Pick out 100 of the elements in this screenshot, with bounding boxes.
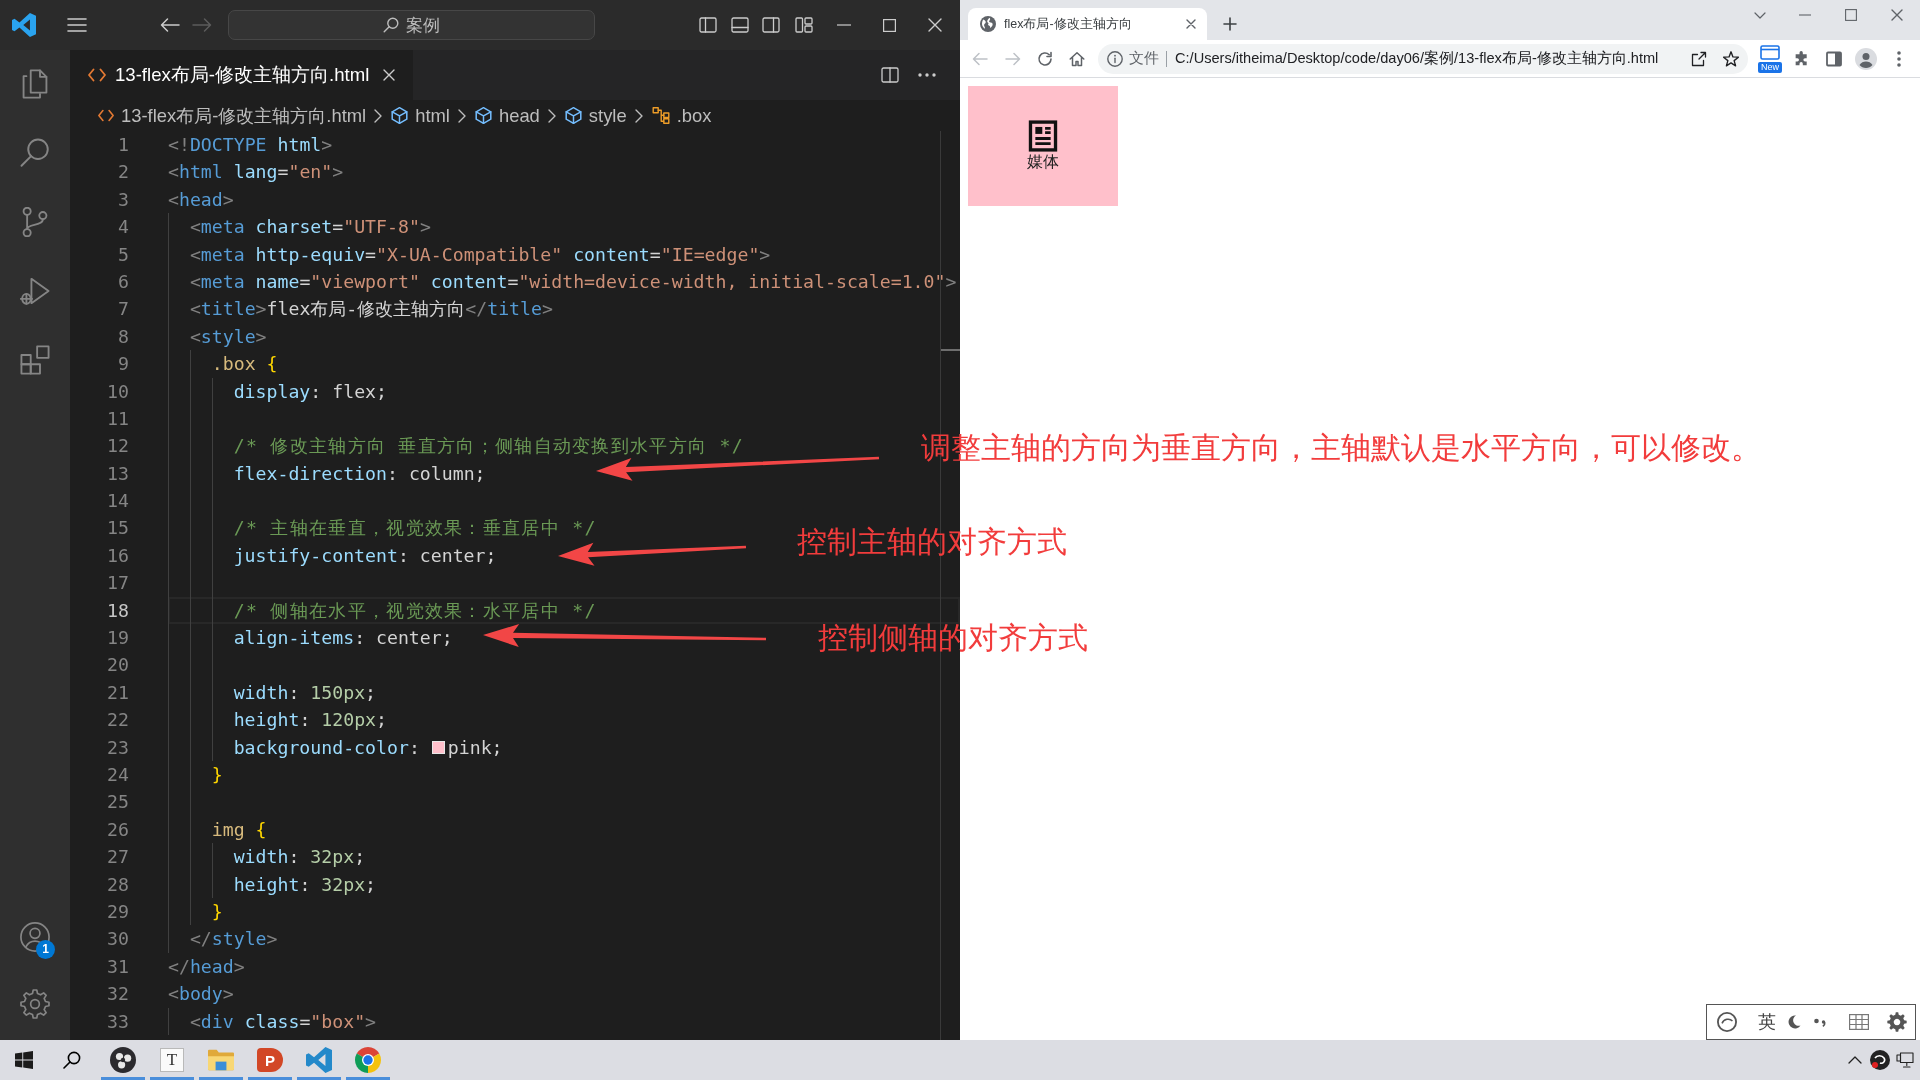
line-number: 6 (117, 269, 129, 294)
star-icon[interactable] (1723, 50, 1739, 67)
line-number: 4 (117, 215, 129, 240)
code-brackets-icon (98, 109, 114, 122)
ruler-marker (941, 349, 960, 351)
close-icon[interactable] (1186, 19, 1196, 29)
monitor-icon[interactable] (1896, 1052, 1914, 1068)
code-line: </head> (168, 954, 245, 979)
code-line: <title>flex布局-修改主轴方向</title> (189, 297, 553, 322)
puzzle-icon[interactable] (1794, 50, 1810, 67)
taskbar-app-button[interactable]: T (150, 1040, 194, 1080)
four-panes-icon[interactable] (15, 1051, 33, 1069)
line-number: 31 (106, 954, 129, 979)
breadcrumb-item[interactable]: head (474, 104, 540, 127)
code-line: pink; (447, 735, 503, 760)
line-number: 28 (106, 872, 129, 897)
code-line: <meta name="viewport" content="width=device-width, initial-scale=1.0"> (189, 269, 957, 294)
menu-icon[interactable] (67, 17, 87, 33)
breadcrumb-item[interactable]: 13-flex布局-修改主轴方向.html (98, 103, 367, 128)
chevron-up-icon[interactable] (1848, 1056, 1862, 1064)
panel-bottom-icon[interactable] (731, 17, 749, 33)
branch-icon[interactable] (20, 207, 50, 237)
input-mode-button[interactable]: 英 (1758, 1010, 1776, 1034)
circle-logo-icon (110, 1047, 136, 1073)
line-number: 32 (106, 982, 129, 1007)
files-icon[interactable] (20, 69, 50, 99)
editor-tab[interactable]: 13-flex布局-修改主轴方向.html (70, 50, 414, 100)
play-bug-icon[interactable] (20, 276, 50, 306)
new-badge: New (1758, 61, 1782, 73)
share-icon[interactable] (1691, 50, 1707, 67)
breadcrumb-item[interactable]: html (391, 104, 450, 127)
address-bar[interactable]: 文件 C:/Users/itheima/Desktop/code/day06/案例/13-flex布局-修改主轴方向.html (1098, 43, 1748, 74)
search-icon[interactable] (63, 1051, 81, 1069)
globe-icon (980, 16, 996, 32)
window-icon[interactable] (1760, 44, 1780, 60)
arrow-left-icon[interactable] (160, 17, 180, 33)
line-number: 20 (106, 653, 129, 678)
site-info-button[interactable]: 文件 (1107, 49, 1159, 68)
code-brackets-icon (88, 68, 106, 82)
line-number: 7 (117, 297, 129, 322)
line-number: 30 (106, 927, 129, 952)
cube-icon (474, 107, 492, 124)
settings-icon[interactable] (20, 989, 50, 1019)
ribbon-logo-icon (12, 13, 36, 37)
browser-tab[interactable]: flex布局-修改主轴方向 (968, 8, 1207, 40)
line-number: 19 (106, 626, 129, 651)
blocks-icon[interactable] (20, 345, 50, 375)
moon-icon[interactable] (1787, 1015, 1801, 1029)
breadcrumb-item[interactable]: style (564, 104, 627, 127)
circle-app-icon[interactable] (1870, 1050, 1890, 1070)
swirl-logo-icon[interactable] (1717, 1012, 1737, 1032)
home-icon[interactable] (1069, 50, 1085, 67)
code-line: <div class="box"> (189, 1009, 377, 1034)
person-circle-icon[interactable] (20, 922, 50, 952)
ellipsis-icon[interactable] (918, 73, 936, 77)
code-line: flex-direction: column; (233, 461, 486, 486)
code-line: display: flex; (233, 379, 387, 404)
profile-avatar-icon[interactable] (1855, 47, 1877, 70)
code-line: /* 主轴在垂直，视觉效果：垂直居中 */ (233, 516, 597, 541)
box-label: 媒体 (1027, 152, 1059, 172)
close-icon[interactable] (1891, 9, 1903, 21)
code-line: /* 侧轴在水平，视觉效果：水平居中 */ (233, 598, 597, 623)
structure-icon (651, 107, 670, 124)
chevron-down-icon[interactable] (1754, 11, 1766, 19)
breadcrumb-item[interactable]: .box (651, 104, 712, 127)
code-line: /* 修改主轴方向 垂直方向；侧轴自动变换到水平方向 */ (233, 434, 745, 459)
line-number: 8 (117, 324, 129, 349)
line-number: 24 (106, 763, 129, 787)
chevron-right-icon (374, 108, 383, 123)
cube-icon (391, 107, 409, 124)
chevron-right-icon (547, 108, 556, 123)
line-number: 18 (106, 598, 129, 623)
chevron-right-icon (457, 108, 466, 123)
command-center[interactable]: 案例 (228, 10, 595, 40)
line-number: 33 (106, 1009, 129, 1034)
info-icon (1107, 50, 1123, 67)
line-number: 26 (106, 817, 129, 842)
search-icon (383, 17, 399, 33)
grid-icon[interactable] (1849, 1014, 1869, 1030)
code-line: width: 150px; (233, 680, 377, 705)
code-line: </style> (189, 927, 278, 952)
maximize-icon[interactable] (1845, 9, 1857, 21)
code-line: <head> (168, 187, 234, 212)
sidebar-right-icon[interactable] (762, 17, 780, 33)
code-line: <meta charset="UTF-8"> (189, 215, 431, 240)
menu-dots-icon[interactable] (1897, 50, 1901, 67)
plus-icon[interactable] (1223, 17, 1237, 31)
reload-icon[interactable] (1037, 50, 1053, 67)
settings-icon[interactable] (1887, 1012, 1907, 1032)
line-number: 2 (117, 160, 129, 185)
notification-badge: 1 (36, 940, 55, 959)
line-number: 15 (106, 516, 129, 541)
code-line: .box { (211, 352, 278, 377)
code-line: <html lang="en"> (168, 160, 344, 185)
split-view-icon[interactable] (881, 67, 899, 83)
layout-tiles-icon[interactable] (795, 17, 813, 33)
line-number: 5 (117, 242, 129, 267)
taskbar-app-button[interactable]: P (248, 1040, 292, 1080)
sidebar-left-icon[interactable] (699, 17, 717, 33)
side-panel-icon[interactable] (1826, 50, 1842, 67)
